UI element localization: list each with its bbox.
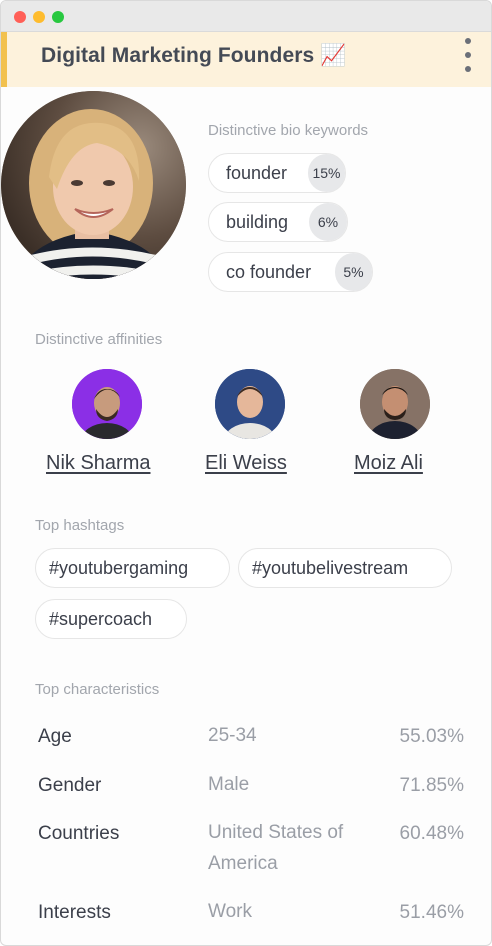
keyword-chip[interactable]: building 6%: [208, 202, 348, 242]
hashtag-chip[interactable]: #youtubergaming: [35, 548, 230, 588]
keyword-text: co founder: [226, 261, 312, 282]
characteristic-value: 25-34: [208, 725, 257, 746]
characteristic-value: Male: [208, 774, 250, 795]
persona-avatar: [1, 91, 186, 279]
characteristic-percent: 71.85%: [399, 775, 464, 796]
affinity-name-link[interactable]: Eli Weiss: [205, 452, 287, 475]
avatar[interactable]: [72, 369, 142, 439]
characteristic-key: Gender: [38, 775, 102, 796]
affinity-name-link[interactable]: Moiz Ali: [354, 452, 423, 475]
hashtag-chip[interactable]: #supercoach: [35, 599, 187, 639]
keyword-chip[interactable]: founder 15%: [208, 153, 346, 193]
keyword-text: building: [226, 211, 289, 232]
characteristic-key: Interests: [38, 902, 111, 923]
minimize-window-button[interactable]: [33, 11, 45, 23]
characteristic-value: Work: [208, 901, 252, 922]
bio-keywords-label: Distinctive bio keywords: [208, 122, 369, 139]
close-window-button[interactable]: [14, 11, 26, 23]
keyword-percent-badge: 15%: [308, 154, 345, 192]
hashtags-label: Top hashtags: [35, 517, 125, 534]
characteristic-percent: 51.46%: [399, 902, 464, 923]
persona-header: Digital Marketing Founders 📈: [1, 32, 491, 87]
more-options-icon[interactable]: [463, 38, 473, 78]
avatar[interactable]: [360, 369, 430, 439]
keyword-percent-badge: 5%: [335, 253, 372, 291]
characteristic-key: Countries: [38, 823, 120, 844]
affinities-label: Distinctive affinities: [35, 331, 163, 348]
characteristic-percent: 60.48%: [399, 823, 464, 844]
keyword-text: founder: [226, 162, 288, 183]
characteristics-label: Top characteristics: [35, 681, 160, 698]
maximize-window-button[interactable]: [52, 11, 64, 23]
avatar[interactable]: [215, 369, 285, 439]
characteristic-percent: 55.03%: [399, 726, 464, 747]
hashtag-chip[interactable]: #youtubelivestream: [238, 548, 452, 588]
keyword-percent-badge: 6%: [309, 203, 347, 241]
characteristic-value: United States of America: [208, 822, 344, 874]
app-window: Digital Marketing Founders 📈 Distinctive…: [0, 0, 492, 946]
affinity-name-link[interactable]: Nik Sharma: [46, 452, 150, 475]
characteristic-key: Age: [38, 726, 72, 747]
keyword-chip[interactable]: co founder 5%: [208, 252, 373, 292]
persona-title: Digital Marketing Founders 📈: [41, 44, 347, 67]
window-titlebar: [1, 1, 491, 32]
